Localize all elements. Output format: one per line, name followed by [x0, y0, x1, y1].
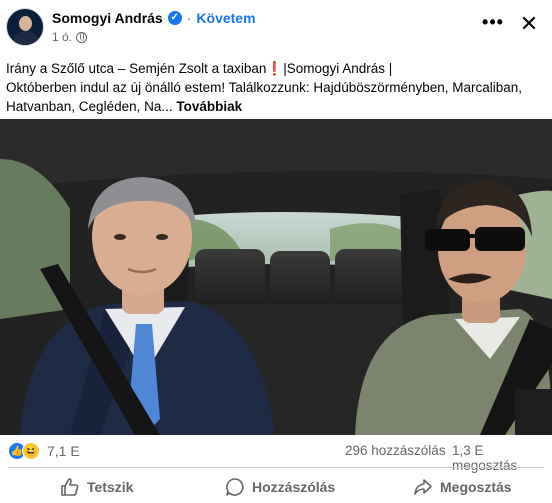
- see-more-link[interactable]: Továbbiak: [176, 99, 242, 114]
- exclamation-icon: ❗: [266, 61, 284, 76]
- video-player[interactable]: [0, 119, 552, 435]
- author-name[interactable]: Somogyi András: [52, 10, 163, 26]
- post-time[interactable]: 1 ó.: [52, 30, 72, 44]
- post-header: Somogyi András ✓ · Követem 1 ó. ••• ✕: [0, 0, 552, 52]
- follow-button[interactable]: Követem: [196, 10, 255, 26]
- comment-button[interactable]: Hozzászólás: [225, 474, 335, 500]
- avatar-body: [13, 31, 39, 45]
- share-button-label: Megosztás: [440, 479, 512, 495]
- post-text-line-1: Irány a Szőlő utca – Semjén Zsolt a taxi…: [6, 59, 546, 78]
- post-title-part: Irány a Szőlő utca – Semjén Zsolt a taxi…: [6, 61, 267, 76]
- separator-dot: ·: [186, 10, 192, 26]
- comment-button-label: Hozzászólás: [252, 479, 336, 495]
- post-meta: 1 ó.: [52, 30, 88, 44]
- author-avatar[interactable]: [6, 8, 44, 46]
- avatar-face: [19, 16, 32, 31]
- close-button[interactable]: ✕: [516, 12, 542, 38]
- reaction-icons[interactable]: 👍 😆: [8, 442, 40, 460]
- action-bar: Tetszik Hozzászólás Megosztás: [0, 470, 552, 503]
- author-row: Somogyi András ✓ · Követem: [52, 10, 256, 26]
- divider: [8, 467, 544, 468]
- comment-bubble-icon: [226, 478, 244, 496]
- video-frame: [0, 119, 552, 435]
- share-arrow-icon: [414, 479, 432, 495]
- comment-count[interactable]: 296 hozzászólás: [345, 443, 446, 458]
- reactions-bar: 👍 😆 7,1 E 296 hozzászólás 1,3 E megosztá…: [0, 436, 552, 473]
- share-count[interactable]: 1,3 E megosztás: [452, 443, 552, 473]
- like-button-label: Tetszik: [87, 479, 134, 495]
- post-text-line-3: Hatvanban, Cegléden, Na... Továbbiak: [6, 97, 546, 116]
- like-button[interactable]: Tetszik: [60, 474, 133, 500]
- post-title-suffix: |Somogyi András |: [283, 61, 393, 76]
- post-text: Irány a Szőlő utca – Semjén Zsolt a taxi…: [6, 59, 546, 116]
- thumbs-up-icon: [61, 478, 79, 496]
- more-options-button[interactable]: •••: [480, 12, 506, 38]
- post-text-truncated: Hatvanban, Cegléden, Na...: [6, 99, 173, 114]
- share-button[interactable]: Megosztás: [413, 474, 512, 500]
- haha-reaction-icon: 😆: [22, 442, 40, 460]
- globe-icon: [76, 31, 88, 43]
- reaction-count[interactable]: 7,1 E: [47, 443, 80, 459]
- post-text-line-2: Októberben indul az új önálló estem! Tal…: [6, 80, 523, 95]
- verified-badge-icon: ✓: [167, 11, 182, 25]
